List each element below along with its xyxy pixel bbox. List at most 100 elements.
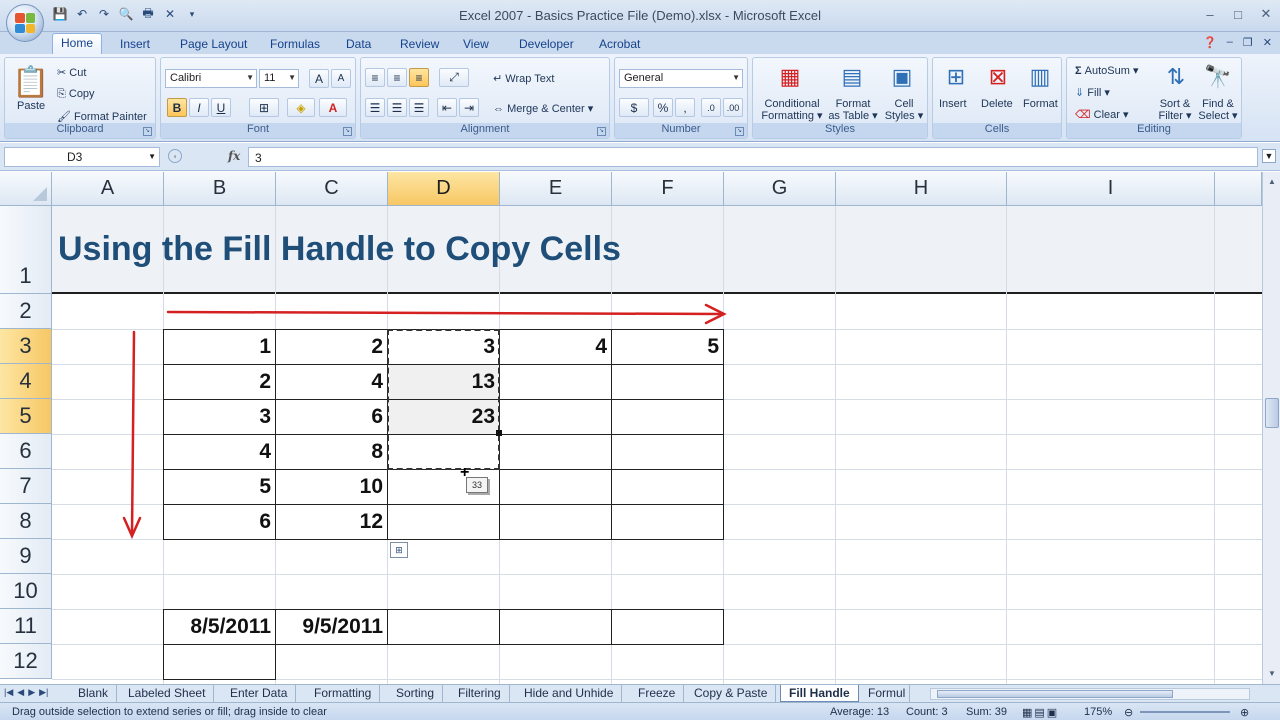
conditional-formatting-button[interactable]: Conditional Formatting ▾ (761, 98, 823, 122)
sheet-tab-formulas[interactable]: Formul (860, 685, 910, 702)
format-painter-button[interactable]: 🖌 Format Painter (57, 110, 147, 123)
font-size-select[interactable]: 11 ▼ (259, 69, 299, 88)
insert-cells-button[interactable]: Insert (939, 98, 967, 110)
tab-page-layout[interactable]: Page Layout (172, 35, 255, 53)
bold-button[interactable]: B (167, 98, 187, 117)
alignment-label: Alignment (361, 123, 609, 138)
autosum-icon: Σ (1075, 65, 1082, 77)
sheet-tab-enter-data[interactable]: Enter Data (222, 685, 297, 702)
sheet-tab-freeze[interactable]: Freeze (630, 685, 685, 702)
percent-button[interactable]: % (653, 98, 673, 117)
close-window-button[interactable]: ✕ (1252, 0, 1280, 28)
delete-cells-button[interactable]: Delete (981, 98, 1013, 110)
vertical-scroll-thumb[interactable] (1265, 398, 1279, 428)
conditional-formatting-icon: ▦ (779, 64, 801, 89)
number-format-select[interactable]: General ▼ (619, 69, 743, 88)
prev-sheet-icon[interactable]: ◀ (17, 687, 24, 698)
zoom-level[interactable]: 175% (1084, 706, 1112, 718)
fill-button[interactable]: ⇓ Fill ▾ (1075, 86, 1110, 99)
next-sheet-icon[interactable]: ▶ (28, 687, 35, 698)
scroll-up-icon[interactable]: ▲ (1265, 174, 1279, 188)
merge-center-button[interactable]: ⇔ Merge & Center ▾ (493, 102, 593, 115)
cut-button[interactable]: ✂ Cut (57, 66, 86, 79)
align-right-icon[interactable]: ☰ (409, 98, 429, 117)
tab-developer[interactable]: Developer (511, 35, 582, 53)
expand-formula-bar-icon[interactable]: ▼ (1262, 149, 1276, 163)
increase-decimal-icon[interactable]: .0 (701, 98, 721, 117)
first-sheet-icon[interactable]: |◀ (4, 687, 13, 698)
align-top-icon[interactable]: ≡ (365, 68, 385, 87)
tab-review[interactable]: Review (392, 35, 447, 53)
zoom-in-icon[interactable]: ⊕ (1240, 706, 1249, 719)
sort-filter-button[interactable]: Sort & Filter ▾ (1157, 98, 1193, 122)
vertical-scrollbar[interactable]: ▲ ▼ (1262, 172, 1280, 684)
sheet-tab-labeled-sheet[interactable]: Labeled Sheet (120, 685, 215, 702)
scroll-down-icon[interactable]: ▼ (1265, 666, 1279, 680)
maximize-button[interactable]: □ (1224, 0, 1252, 28)
last-sheet-icon[interactable]: ▶| (39, 687, 48, 698)
format-cells-button[interactable]: Format (1023, 98, 1058, 110)
sheet-tab-filtering[interactable]: Filtering (450, 685, 510, 702)
help-icon[interactable]: ❓ (1203, 36, 1217, 49)
horizontal-scroll-thumb[interactable] (937, 690, 1173, 698)
zoom-out-icon[interactable]: ⊖ (1124, 706, 1133, 719)
delete-cells-icon: ⊠ (988, 64, 1008, 89)
font-dialog-launcher[interactable]: ↘ (343, 127, 352, 136)
sheet-tab-fill-handle[interactable]: Fill Handle (780, 685, 859, 702)
sheet-tab-blank[interactable]: Blank (70, 685, 118, 702)
copy-button[interactable]: ⎘ Copy (57, 88, 95, 101)
align-bottom-icon[interactable]: ≡ (409, 68, 429, 87)
fill-color-icon[interactable]: ◈ (287, 98, 315, 117)
align-middle-icon[interactable]: ≡ (387, 68, 407, 87)
currency-button[interactable]: $ (619, 98, 649, 117)
increase-indent-icon[interactable]: ⇥ (459, 98, 479, 117)
borders-icon[interactable]: ⊞ (249, 98, 279, 117)
wrap-text-button[interactable]: ↵ Wrap Text (493, 72, 554, 85)
ribbon-close-icon[interactable]: ✕ (1263, 36, 1272, 49)
alignment-dialog-launcher[interactable]: ↘ (597, 127, 606, 136)
sheet-tab-hide-unhide[interactable]: Hide and Unhide (516, 685, 623, 702)
ribbon-minimize-icon[interactable]: – (1227, 36, 1233, 49)
underline-button[interactable]: U (211, 98, 231, 117)
formula-input[interactable]: 3 (248, 147, 1258, 167)
align-center-icon[interactable]: ☰ (387, 98, 407, 117)
tab-home[interactable]: Home (52, 33, 103, 55)
number-dialog-launcher[interactable]: ↘ (735, 127, 744, 136)
font-group: Calibri ▼ 11 ▼ A A B I U ⊞ ◈ A Font ↘ (160, 57, 356, 139)
tab-data[interactable]: Data (338, 35, 379, 53)
office-button[interactable] (6, 4, 44, 42)
grow-font-button[interactable]: A (309, 69, 329, 88)
autosum-button[interactable]: Σ AutoSum ▾ (1075, 64, 1139, 77)
font-name-select[interactable]: Calibri ▼ (165, 69, 257, 88)
tab-view[interactable]: View (455, 35, 497, 53)
comma-button[interactable]: , (675, 98, 695, 117)
sheet-tab-sorting[interactable]: Sorting (388, 685, 444, 702)
format-as-table-button[interactable]: Format as Table ▾ (827, 98, 879, 122)
minimize-button[interactable]: – (1196, 0, 1224, 28)
name-box[interactable]: D3 ▼ (4, 147, 160, 167)
insert-function-icon[interactable]: fx (228, 149, 240, 163)
clipboard-dialog-launcher[interactable]: ↘ (143, 127, 152, 136)
zoom-slider[interactable] (1140, 711, 1230, 713)
font-color-icon[interactable]: A (319, 98, 347, 117)
paste-icon[interactable]: 📋 (11, 62, 51, 102)
paste-button[interactable]: Paste (17, 100, 45, 112)
view-buttons[interactable]: ▦▤▣ (1022, 706, 1059, 719)
ribbon-restore-icon[interactable]: ❐ (1243, 36, 1253, 49)
formula-bar-grip-icon[interactable]: ◦ (168, 149, 182, 163)
align-left-icon[interactable]: ☰ (365, 98, 385, 117)
decrease-decimal-icon[interactable]: .00 (723, 98, 743, 117)
tab-formulas[interactable]: Formulas (262, 35, 328, 53)
horizontal-scrollbar[interactable] (930, 688, 1250, 700)
decrease-indent-icon[interactable]: ⇤ (437, 98, 457, 117)
sheet-tab-copy-paste[interactable]: Copy & Paste (686, 685, 777, 702)
cell-styles-button[interactable]: Cell Styles ▾ (883, 98, 925, 122)
sheet-tab-formatting[interactable]: Formatting (306, 685, 381, 702)
shrink-font-button[interactable]: A (331, 69, 351, 88)
italic-button[interactable]: I (189, 98, 209, 117)
orientation-icon[interactable]: ⤢ (439, 68, 469, 87)
clear-button[interactable]: ⌫ Clear ▾ (1075, 108, 1129, 121)
tab-insert[interactable]: Insert (112, 35, 158, 53)
find-select-button[interactable]: Find & Select ▾ (1197, 98, 1239, 122)
tab-acrobat[interactable]: Acrobat (591, 35, 648, 53)
